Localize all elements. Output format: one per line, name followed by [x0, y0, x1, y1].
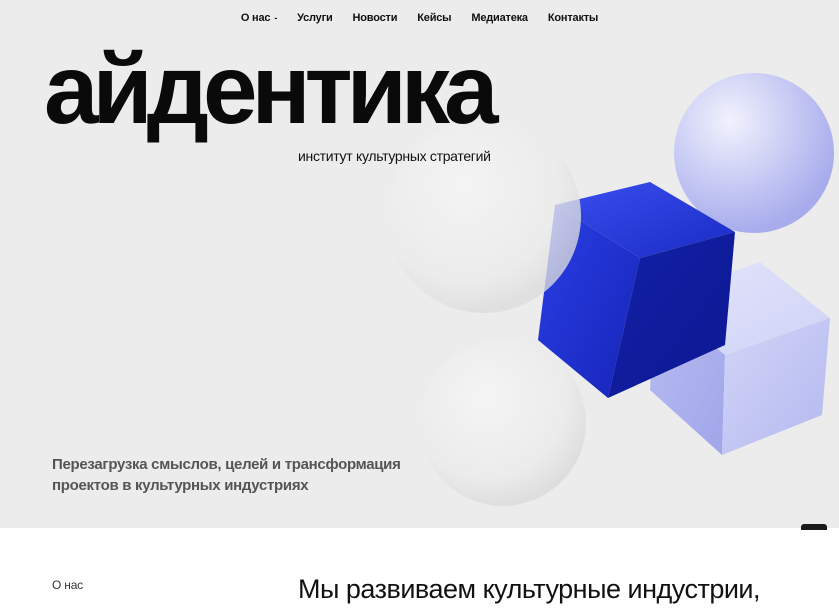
- nav-item-label: О нас: [240, 12, 271, 24]
- nav-item-media[interactable]: Медиатека: [471, 12, 528, 24]
- nav-item-news[interactable]: Новости: [353, 12, 398, 24]
- glass-sphere-shape: [420, 340, 586, 506]
- scroll-tab[interactable]: [801, 524, 827, 530]
- chevron-down-icon: -: [274, 13, 278, 23]
- brand-subtitle: институт культурных стратегий: [298, 148, 491, 164]
- tagline-line: проектов в культурных индустриях: [52, 477, 309, 494]
- main-nav: О нас - Услуги Новости Кейсы Медиатека К…: [0, 12, 839, 24]
- brand-logo[interactable]: айдентика: [44, 40, 498, 138]
- tagline-line: Перезагрузка смыслов, целей и трансформа…: [52, 456, 401, 473]
- hero-tagline: Перезагрузка смыслов, целей и трансформа…: [52, 454, 432, 496]
- section-label: О нас: [52, 578, 83, 592]
- section-heading: Мы развиваем культурные индустрии,: [298, 574, 761, 604]
- nav-item-cases[interactable]: Кейсы: [417, 12, 451, 24]
- hero-section: О нас - Услуги Новости Кейсы Медиатека К…: [0, 0, 839, 528]
- lavender-sphere-shape: [674, 73, 834, 233]
- nav-item-about[interactable]: О нас -: [240, 12, 278, 24]
- nav-item-services[interactable]: Услуги: [297, 12, 333, 24]
- nav-item-contacts[interactable]: Контакты: [548, 12, 598, 24]
